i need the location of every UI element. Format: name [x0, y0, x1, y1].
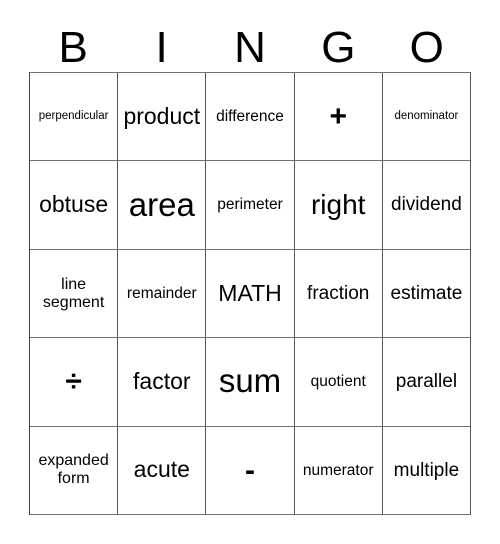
- bingo-card: B I N G O perpendicular product differen…: [29, 14, 472, 516]
- bingo-cell[interactable]: right: [294, 161, 383, 250]
- bingo-row: line segment remainder MATH fraction est…: [30, 249, 472, 339]
- bingo-cell[interactable]: estimate: [382, 249, 472, 339]
- bingo-row: expanded form acute - numerator multiple: [30, 426, 472, 516]
- bingo-cell-label: fraction: [307, 282, 370, 304]
- bingo-cell-label: line segment: [42, 275, 105, 311]
- bingo-cell[interactable]: fraction: [294, 249, 383, 339]
- bingo-cell[interactable]: remainder: [118, 249, 207, 339]
- bingo-cell-label: numerator: [302, 461, 374, 479]
- bingo-header-letter-i: I: [155, 23, 168, 72]
- bingo-cell-label: expanded form: [38, 452, 109, 488]
- bingo-cell[interactable]: MATH: [206, 249, 295, 339]
- bingo-cell-label: perimeter: [217, 196, 283, 214]
- bingo-cell[interactable]: expanded form: [30, 426, 119, 516]
- bingo-header-letter-o: O: [409, 23, 444, 72]
- bingo-cell[interactable]: +: [294, 73, 383, 162]
- bingo-cell-label: MATH: [218, 279, 282, 306]
- bingo-row: obtuse area perimeter right dividend: [30, 161, 472, 250]
- bingo-cell-label: denominator: [394, 110, 459, 123]
- bingo-grid: perpendicular product difference + denom…: [29, 72, 472, 516]
- bingo-cell-label: product: [123, 102, 201, 129]
- bingo-cell-label: +: [329, 99, 347, 133]
- bingo-cell[interactable]: numerator: [294, 426, 383, 516]
- bingo-cell[interactable]: perimeter: [206, 161, 295, 250]
- bingo-cell-label: dividend: [391, 194, 462, 216]
- bingo-header-letter-b: B: [58, 23, 88, 72]
- bingo-cell-label: area: [128, 185, 195, 223]
- bingo-cell[interactable]: denominator: [382, 73, 472, 162]
- bingo-cell[interactable]: area: [118, 161, 207, 250]
- bingo-cell-label: ÷: [65, 365, 82, 399]
- bingo-row: perpendicular product difference + denom…: [30, 73, 472, 162]
- bingo-cell[interactable]: difference: [206, 73, 295, 162]
- bingo-cell[interactable]: dividend: [382, 161, 472, 250]
- bingo-cell-label: parallel: [395, 371, 458, 393]
- bingo-cell[interactable]: quotient: [294, 338, 383, 427]
- bingo-cell[interactable]: sum: [206, 338, 295, 427]
- bingo-header-row: B I N G O: [29, 14, 471, 72]
- bingo-cell-label: obtuse: [39, 191, 109, 218]
- bingo-cell-label: -: [245, 453, 255, 487]
- bingo-cell[interactable]: parallel: [382, 338, 472, 427]
- bingo-cell-label: difference: [216, 108, 284, 126]
- bingo-cell[interactable]: acute: [118, 426, 207, 516]
- bingo-cell[interactable]: obtuse: [30, 161, 119, 250]
- bingo-header-letter-n: N: [234, 23, 266, 72]
- bingo-cell-label: right: [310, 189, 366, 221]
- bingo-cell-label: multiple: [393, 459, 460, 481]
- bingo-cell-label: quotient: [310, 373, 366, 391]
- bingo-row: ÷ factor sum quotient parallel: [30, 338, 472, 427]
- bingo-cell[interactable]: multiple: [382, 426, 472, 516]
- bingo-cell-label: acute: [133, 456, 190, 483]
- bingo-cell[interactable]: product: [118, 73, 207, 162]
- bingo-cell[interactable]: -: [206, 426, 295, 516]
- bingo-cell-label: estimate: [390, 282, 463, 304]
- bingo-cell[interactable]: factor: [118, 338, 207, 427]
- bingo-cell[interactable]: perpendicular: [30, 73, 119, 162]
- bingo-cell-label: sum: [218, 362, 282, 400]
- bingo-cell-label: factor: [133, 368, 191, 395]
- bingo-cell-label: remainder: [126, 284, 197, 302]
- bingo-cell[interactable]: line segment: [30, 249, 119, 339]
- bingo-cell[interactable]: ÷: [30, 338, 119, 427]
- bingo-header-letter-g: G: [321, 23, 356, 72]
- bingo-cell-label: perpendicular: [38, 110, 109, 123]
